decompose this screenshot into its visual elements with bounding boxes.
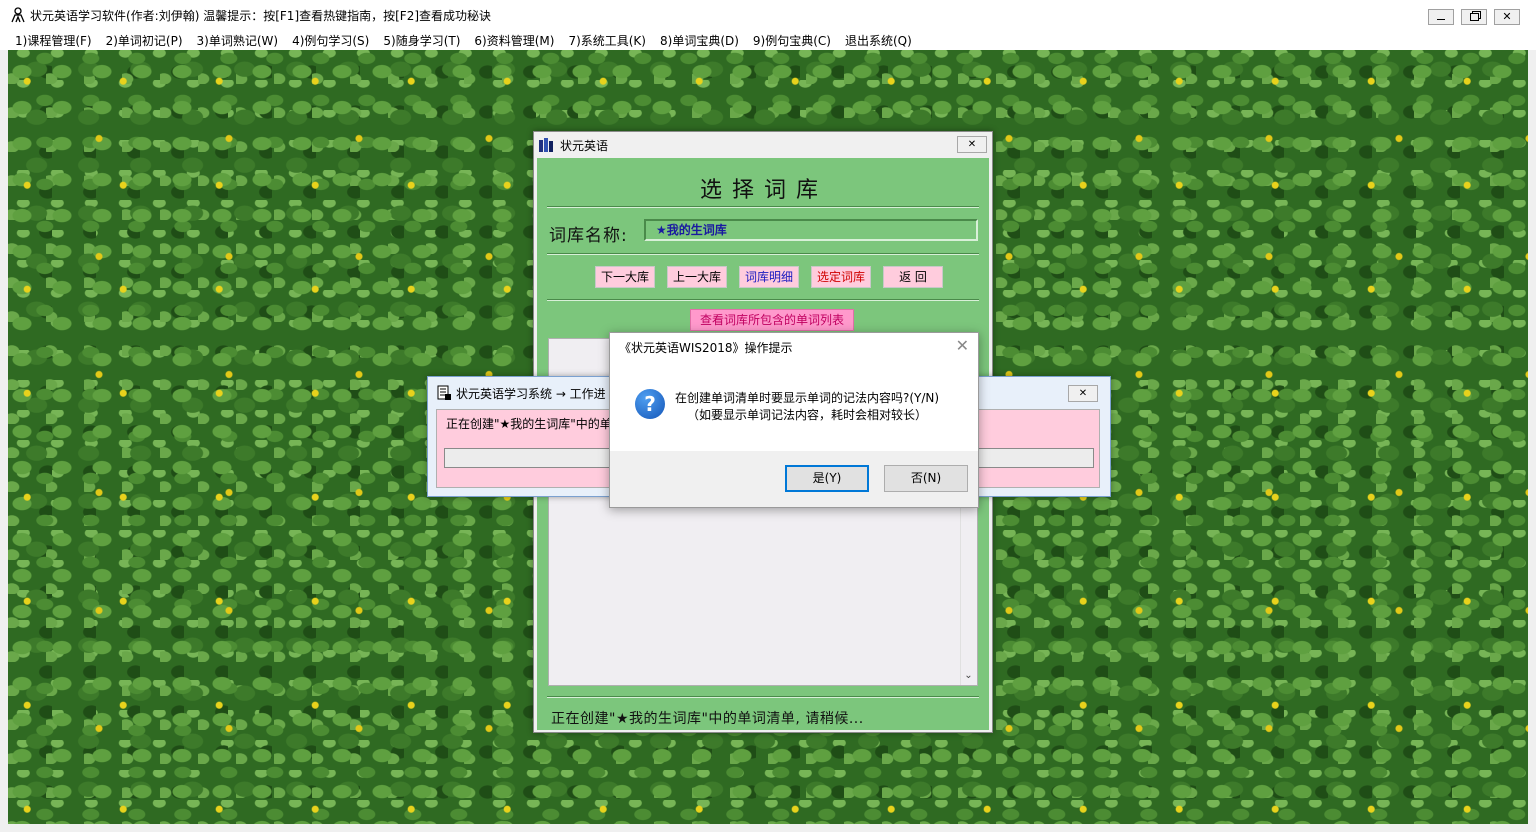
chevron-down-icon[interactable]: ⌄ <box>962 669 975 681</box>
menu-sentence[interactable]: 4)例句学习(S) <box>285 32 376 49</box>
next-library-button[interactable]: 下一大库 <box>595 266 655 288</box>
menu-resources[interactable]: 6)资料管理(M) <box>467 32 561 49</box>
books-icon <box>539 138 553 152</box>
dialog-title: 状元英语 <box>560 138 609 153</box>
progress-message: 正在创建"★我的生词库"中的单 <box>446 417 612 431</box>
msgbox-note: （如要显示单词记法内容，耗时会相对较长） <box>687 408 928 422</box>
msgbox-question: 在创建单词清单时要显示单词的记法内容吗?(Y/N) <box>675 391 940 405</box>
close-icon: ✕ <box>967 139 977 150</box>
menu-bar: 1)课程管理(F) 2)单词初记(P) 3)单词熟记(W) 4)例句学习(S) … <box>0 30 1536 50</box>
close-icon: ✕ <box>1078 388 1088 399</box>
library-name-field[interactable]: ★我的生词库 <box>644 219 978 241</box>
app-title: 状元英语学习软件(作者:刘伊翰) 温馨提示：按[F1]查看热键指南，按[F2]查… <box>30 8 492 23</box>
minimize-icon <box>1437 18 1445 20</box>
divider <box>547 206 979 208</box>
close-icon: ✕ <box>1502 10 1512 23</box>
menu-sentence-dictionary[interactable]: 9)例句宝典(C) <box>746 32 838 49</box>
no-button[interactable]: 否(N) <box>884 465 968 492</box>
menu-word-familiar[interactable]: 3)单词熟记(W) <box>190 32 286 49</box>
progress-close-button[interactable]: ✕ <box>1068 385 1098 402</box>
close-button[interactable]: ✕ <box>1494 9 1520 25</box>
status-text: 正在创建"★我的生词库"中的单词清单, 请稍候... <box>551 711 864 727</box>
view-word-list-button[interactable]: 查看词库所包含的单词列表 <box>690 309 854 331</box>
msgbox-button-bar: 是(Y) 否(N) <box>610 451 978 507</box>
minimize-button[interactable] <box>1428 9 1454 25</box>
close-icon[interactable]: ✕ <box>956 336 969 355</box>
menu-tools[interactable]: 7)系统工具(K) <box>561 32 653 49</box>
document-icon <box>437 385 451 400</box>
restore-button[interactable] <box>1461 9 1487 25</box>
menu-word-initial[interactable]: 2)单词初记(P) <box>99 32 190 49</box>
divider <box>547 299 979 301</box>
dialog-title-bar: 状元英语 ✕ <box>534 132 992 158</box>
prev-library-button[interactable]: 上一大库 <box>667 266 727 288</box>
select-library-button[interactable]: 选定词库 <box>811 266 871 288</box>
library-name-label: 词库名称: <box>549 226 628 246</box>
menu-portable[interactable]: 5)随身学习(T) <box>376 32 467 49</box>
menu-exit[interactable]: 退出系统(Q) <box>838 32 919 49</box>
confirm-message-box: 《状元英语WIS2018》操作提示 ✕ ? 在创建单词清单时要显示单词的记法内容… <box>609 332 979 508</box>
divider <box>547 696 979 698</box>
divider <box>547 253 979 255</box>
dialog-close-button[interactable]: ✕ <box>957 136 987 153</box>
menu-word-dictionary[interactable]: 8)单词宝典(D) <box>653 32 746 49</box>
person-icon <box>11 7 25 23</box>
library-detail-button[interactable]: 词库明细 <box>739 266 799 288</box>
restore-icon <box>1469 13 1479 21</box>
back-button[interactable]: 返 回 <box>883 266 943 288</box>
msgbox-title: 《状元英语WIS2018》操作提示 <box>619 341 793 355</box>
menu-course[interactable]: 1)课程管理(F) <box>0 32 99 49</box>
main-title-bar: 状元英语学习软件(作者:刘伊翰) 温馨提示：按[F1]查看热键指南，按[F2]查… <box>0 0 1536 30</box>
yes-button[interactable]: 是(Y) <box>785 465 869 492</box>
question-icon: ? <box>635 389 665 419</box>
progress-title: 状元英语学习系统 → 工作进 <box>456 386 606 401</box>
heading: 选择词库 <box>699 178 828 203</box>
